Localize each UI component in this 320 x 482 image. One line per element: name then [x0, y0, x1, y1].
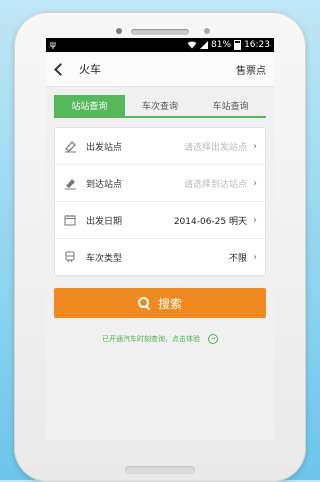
departure-label: 出发站点: [86, 142, 123, 153]
search-button[interactable]: 搜索: [54, 288, 266, 318]
calendar-icon: [63, 213, 77, 227]
departure-row[interactable]: 出发站点 请选择出发站点 ›: [55, 128, 265, 165]
search-icon: [137, 297, 150, 309]
query-tabs: 站站查询 车次查询 车站查询: [54, 95, 266, 118]
arrival-label: 到达站点: [86, 179, 123, 190]
clock: 16:23: [244, 40, 270, 50]
proximity-sensor-icon: [204, 28, 210, 34]
date-value: 2014-06-25 明天: [173, 216, 247, 227]
chevron-right-icon: ›: [253, 140, 257, 152]
tab-station-to-station[interactable]: 站站查询: [54, 95, 125, 116]
home-button[interactable]: [125, 466, 195, 474]
departure-placeholder: 请选择出发站点: [183, 142, 247, 153]
app-screen: ψ 81% 16:23 火车 售票点 站站查询 车次查询 车站查询 出发站点 请…: [46, 38, 274, 440]
train-icon: [63, 250, 77, 264]
chevron-right-icon: ›: [253, 251, 257, 263]
back-arrow-icon[interactable]: [54, 62, 67, 76]
page-title: 火车: [79, 63, 101, 76]
ticket-outlet-link[interactable]: 售票点: [236, 62, 266, 77]
train-type-label: 车次类型: [86, 253, 123, 264]
tab-train-number[interactable]: 车次查询: [125, 95, 196, 116]
date-row[interactable]: 出发日期 2014-06-25 明天 ›: [55, 202, 265, 239]
arrival-train-icon: [63, 176, 77, 190]
search-form: 出发站点 请选择出发站点 › 到达站点 请选择到达站点 › 出发日期 2014-…: [54, 127, 266, 276]
arrow-right-circle-icon: →: [208, 334, 218, 344]
chevron-right-icon: ›: [253, 177, 257, 189]
arrival-placeholder: 请选择到达站点: [183, 179, 247, 190]
bus-schedule-link[interactable]: 已开通汽车时刻查询，点击体验 →: [46, 334, 274, 344]
front-camera-icon: [116, 28, 122, 34]
wifi-icon: [187, 41, 197, 49]
train-type-value: 不限: [228, 253, 247, 264]
search-button-label: 搜索: [157, 296, 182, 311]
date-label: 出发日期: [86, 216, 123, 227]
chevron-right-icon: ›: [253, 214, 257, 226]
signal-icon: [200, 41, 209, 49]
battery-icon: [234, 40, 242, 50]
title-bar: 火车 售票点: [46, 52, 274, 87]
tab-station[interactable]: 车站查询: [195, 95, 266, 116]
status-bar: ψ 81% 16:23: [46, 38, 274, 52]
usb-icon: ψ: [50, 40, 56, 50]
arrival-row[interactable]: 到达站点 请选择到达站点 ›: [55, 165, 265, 202]
battery-percent: 81%: [211, 40, 232, 50]
departure-train-icon: [63, 139, 77, 153]
earpiece-speaker: [131, 29, 189, 35]
train-type-row[interactable]: 车次类型 不限 ›: [55, 239, 265, 275]
bus-tip-text: 已开通汽车时刻查询，点击体验: [102, 335, 200, 343]
